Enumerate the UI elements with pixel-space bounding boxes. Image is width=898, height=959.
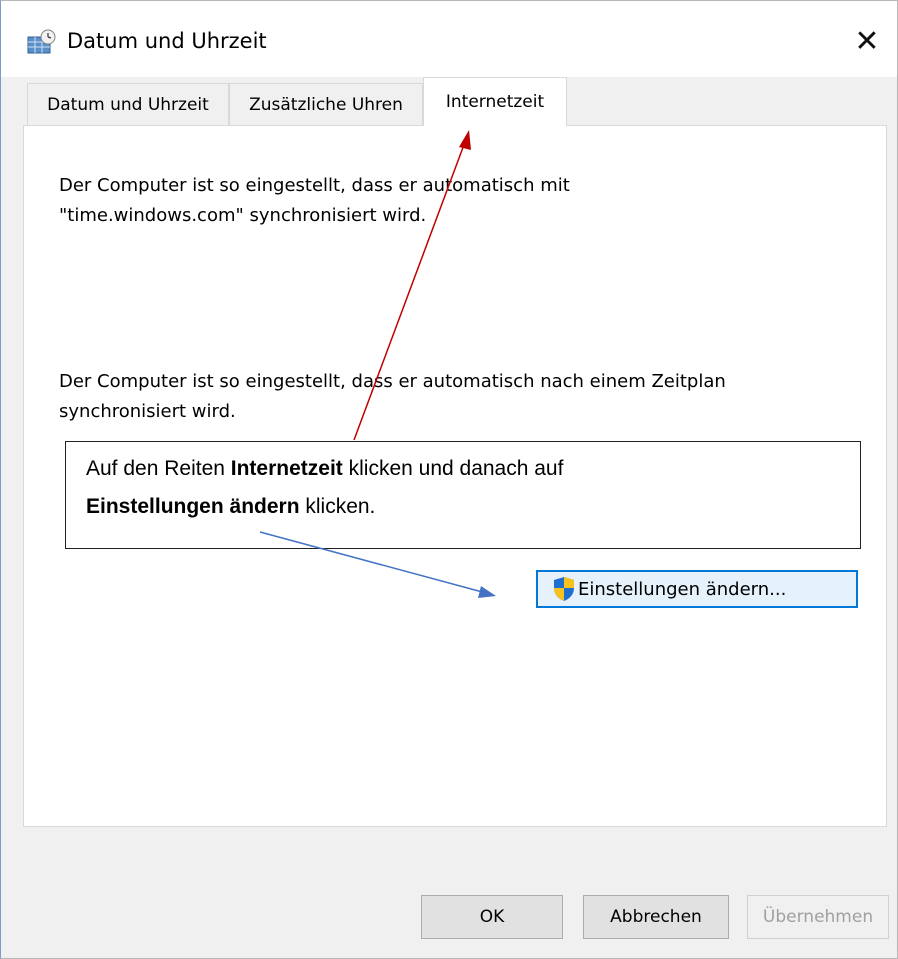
annotation-line-1: Auf den Reiten Internetzeit klicken und … <box>86 457 564 480</box>
cancel-button[interactable]: Abbrechen <box>583 895 729 939</box>
tab-datum-und-uhrzeit[interactable]: Datum und Uhrzeit <box>27 83 229 125</box>
sync-status-text: Der Computer ist so eingestellt, dass er… <box>59 171 570 231</box>
date-time-dialog: Datum und Uhrzeit ✕ Datum und Uhrzeit Zu… <box>0 0 898 959</box>
apply-button[interactable]: Übernehmen <box>747 895 889 939</box>
tab-internetzeit[interactable]: Internetzeit <box>423 77 567 126</box>
annotation-callout: Auf den Reiten Internetzeit klicken und … <box>65 441 861 549</box>
ok-button[interactable]: OK <box>421 895 563 939</box>
uac-shield-icon <box>554 577 574 601</box>
sync-status-line-1: Der Computer ist so eingestellt, dass er… <box>59 175 570 196</box>
sync-status-line-2: "time.windows.com" synchronisiert wird. <box>59 205 427 226</box>
close-icon[interactable]: ✕ <box>837 19 897 63</box>
annotation-bold-einstellungen: Einstellungen ändern <box>86 495 300 518</box>
change-settings-button[interactable]: Einstellungen ändern... <box>536 570 858 608</box>
schedule-status-line-2: synchronisiert wird. <box>59 401 236 422</box>
change-settings-label: Einstellungen ändern... <box>578 578 787 600</box>
annotation-bold-internetzeit: Internetzeit <box>230 457 343 480</box>
annotation-line-2: Einstellungen ändern klicken. <box>86 495 376 518</box>
title-bar: Datum und Uhrzeit ✕ <box>1 1 897 77</box>
tab-zusaetzliche-uhren[interactable]: Zusätzliche Uhren <box>229 83 423 125</box>
datetime-app-icon <box>27 29 56 54</box>
window-title: Datum und Uhrzeit <box>67 29 267 53</box>
schedule-status-line-1: Der Computer ist so eingestellt, dass er… <box>59 371 726 392</box>
schedule-status-text: Der Computer ist so eingestellt, dass er… <box>59 367 726 427</box>
